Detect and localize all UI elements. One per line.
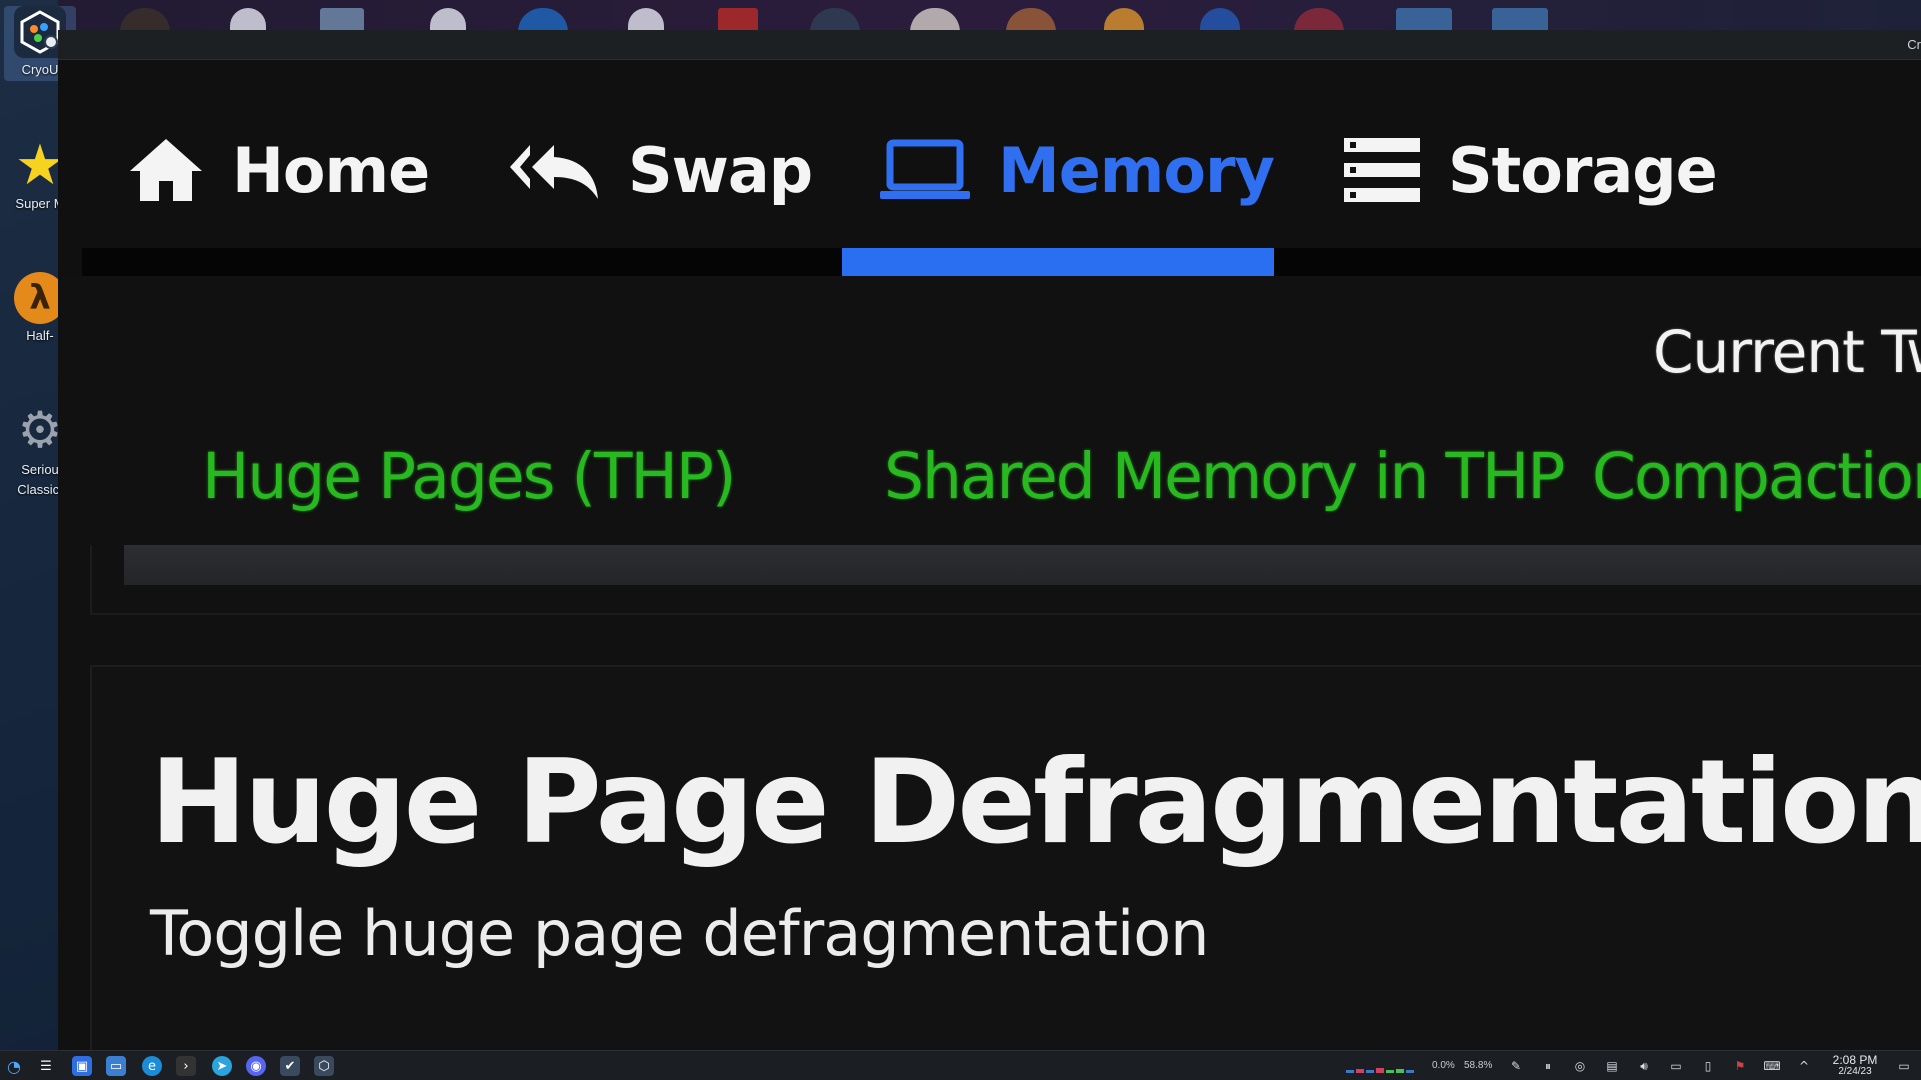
toggle-huge-pages[interactable]: Huge Pages (THP)	[202, 440, 736, 513]
tab-label: Memory	[998, 133, 1275, 207]
active-tab-indicator	[842, 248, 1274, 276]
tab-label: Storage	[1448, 133, 1718, 207]
desktop-icon-column: CryoU ★ Super M λ Half- ⚙ Seriou Classic…	[0, 0, 76, 1050]
clipboard-icon[interactable]: ▤	[1604, 1058, 1620, 1074]
reply-all-icon	[508, 139, 600, 201]
tab-memory[interactable]: Memory	[880, 120, 1275, 220]
battery-icon[interactable]: ▭	[1668, 1058, 1684, 1074]
blurred-app-icon	[628, 8, 664, 30]
taskbar: ◔ ☰ ▣ ▭ e › ➤ ◉ ✔ ⬡ 0.0% 58.8% ✎ ⏸ ◎ ▤ 🔊…	[0, 1050, 1921, 1080]
current-settings-heading: Current Tw	[1653, 318, 1921, 386]
telegram-icon[interactable]: ➤	[212, 1056, 232, 1076]
app-launcher-icon[interactable]: ◔	[4, 1056, 24, 1076]
memory-usage-text: 58.8%	[1464, 1060, 1493, 1071]
blurred-app-icon	[810, 8, 860, 30]
card-title: Huge Page Defragmentation	[150, 735, 1921, 870]
background-window-strip	[58, 0, 1921, 30]
blurred-app-icon	[910, 8, 960, 30]
task-manager-icon[interactable]: ☰	[36, 1056, 56, 1076]
blurred-app-icon	[718, 8, 758, 30]
window-titlebar[interactable]: Cr	[58, 30, 1921, 60]
blurred-app-icon	[1200, 8, 1240, 30]
toggle-compaction[interactable]: Compaction	[1592, 440, 1921, 513]
keyboard-layout-icon[interactable]: ⚑	[1732, 1058, 1748, 1074]
discord-icon[interactable]: ◉	[246, 1056, 266, 1076]
server-list-icon	[1344, 138, 1420, 202]
cryoutilities-taskbar-icon[interactable]: ⬡	[314, 1056, 334, 1076]
window-title: Cr	[1907, 37, 1921, 52]
blurred-app-icon	[1294, 8, 1344, 30]
blurred-app-icon	[1006, 8, 1056, 30]
clock[interactable]: 2:08 PM 2/24/23	[1826, 1054, 1884, 1078]
volume-icon[interactable]: 🔊︎	[1636, 1058, 1652, 1074]
show-desktop-icon[interactable]: ▭	[1896, 1058, 1912, 1074]
storage-device-icon[interactable]: ▯	[1700, 1058, 1716, 1074]
tab-storage[interactable]: Storage	[1344, 120, 1718, 220]
clock-time: 2:08 PM	[1832, 1053, 1878, 1067]
blurred-folder-icon	[1492, 8, 1548, 30]
blurred-app-icon	[1104, 8, 1144, 30]
file-manager-icon[interactable]: ▭	[106, 1056, 126, 1076]
blurred-app-icon	[320, 8, 364, 30]
top-navigation: Home Swap Memory Storage	[58, 60, 1921, 278]
tab-swap[interactable]: Swap	[508, 120, 813, 220]
blurred-app-icon	[430, 8, 466, 30]
network-icon[interactable]: ⌨	[1763, 1058, 1780, 1074]
tab-label: Swap	[628, 133, 813, 207]
card-description: Toggle huge page defragmentation	[150, 897, 1209, 970]
cpu-usage-text: 0.0%	[1432, 1060, 1455, 1071]
panel-footer-bar	[124, 545, 1921, 585]
system-monitor-graph-icon[interactable]	[1346, 1058, 1416, 1074]
chevron-up-icon[interactable]: ^	[1796, 1058, 1812, 1074]
cryoutilities-window: Cr Home Swap Memory Storage Current T Hu…	[58, 30, 1921, 1050]
laptop-icon	[880, 139, 970, 201]
blurred-app-icon	[120, 8, 170, 30]
clock-date: 2/24/23	[1838, 1066, 1872, 1077]
home-icon	[128, 137, 204, 203]
blurred-folder-icon	[1396, 8, 1452, 30]
pause-icon[interactable]: ⏸	[1540, 1058, 1556, 1074]
terminal-icon[interactable]: ›	[176, 1056, 196, 1076]
steam-icon[interactable]: ✔	[280, 1056, 300, 1076]
steam-tray-icon[interactable]: ◎	[1572, 1058, 1588, 1074]
feather-icon[interactable]: ✎	[1508, 1058, 1524, 1074]
blurred-app-icon	[518, 8, 568, 30]
toggle-shared-memory-thp[interactable]: Shared Memory in THP	[884, 440, 1565, 513]
tab-home[interactable]: Home	[128, 120, 430, 220]
store-icon[interactable]: ▣	[72, 1056, 92, 1076]
tab-label: Home	[232, 133, 430, 207]
blurred-app-icon	[230, 8, 266, 30]
browser-icon[interactable]: e	[142, 1056, 162, 1076]
